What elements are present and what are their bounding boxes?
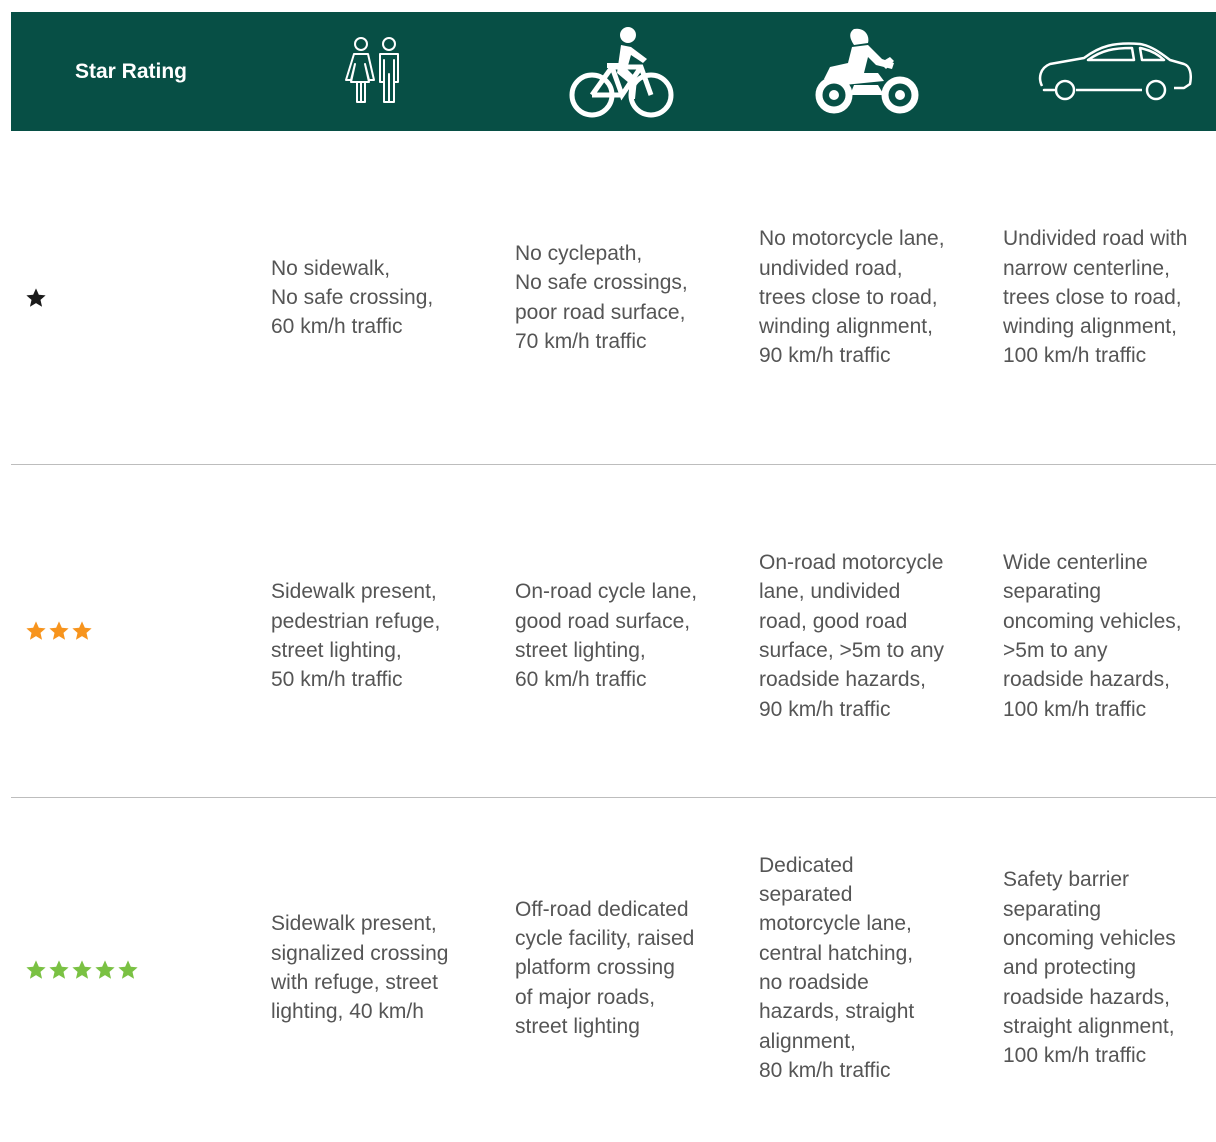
- star-rating-1: [25, 131, 48, 464]
- pedestrian-cell: Sidewalk present, signalized crossing wi…: [271, 912, 449, 1024]
- table-header: Star Rating: [11, 12, 1216, 131]
- star-icon: [72, 621, 92, 640]
- star-icon: [26, 621, 46, 640]
- table-row: No sidewalk, No safe crossing, 60 km/h t…: [0, 131, 1216, 464]
- star-icon: [49, 960, 69, 979]
- car-cell: Wide centerline separating oncoming vehi…: [1003, 551, 1182, 721]
- star-icon: [118, 960, 138, 979]
- star-icon: [72, 960, 92, 979]
- cyclist-icon: [566, 12, 676, 131]
- pedestrian-cell: No sidewalk, No safe crossing, 60 km/h t…: [271, 256, 434, 339]
- star-icon: [26, 287, 46, 307]
- star-rating-3: [25, 465, 94, 797]
- car-icon: [1031, 12, 1196, 131]
- star-icon: [26, 960, 46, 979]
- star-rating-5: [25, 798, 140, 1142]
- cyclist-cell: Off-road dedicated cycle facility, raise…: [515, 897, 695, 1038]
- pedestrian-cell: Sidewalk present, pedestrian refuge, str…: [271, 580, 441, 692]
- pedestrian-icon: [331, 12, 421, 131]
- motorcyclist-cell: No motorcycle lane, undivided road, tree…: [759, 227, 945, 368]
- car-cell: Safety barrier separating oncoming vehic…: [1003, 868, 1176, 1068]
- car-cell: Undivided road with narrow centerline, t…: [1003, 227, 1188, 368]
- cyclist-cell: On-road cycle lane, good road surface, s…: [515, 580, 698, 692]
- table-row: Sidewalk present, pedestrian refuge, str…: [0, 465, 1216, 797]
- table-row: Sidewalk present, signalized crossing wi…: [0, 798, 1216, 1121]
- star-icon: [95, 960, 115, 979]
- motorcyclist-cell: On-road motorcycle lane, undivided road,…: [759, 551, 945, 721]
- cyclist-cell: No cyclepath, No safe crossings, poor ro…: [515, 241, 688, 353]
- motorcyclist-cell: Dedicated separated motorcycle lane, cen…: [759, 853, 915, 1082]
- motorcyclist-icon: [806, 12, 926, 131]
- star-rating-heading: Star Rating: [75, 60, 188, 83]
- star-icon: [49, 621, 69, 640]
